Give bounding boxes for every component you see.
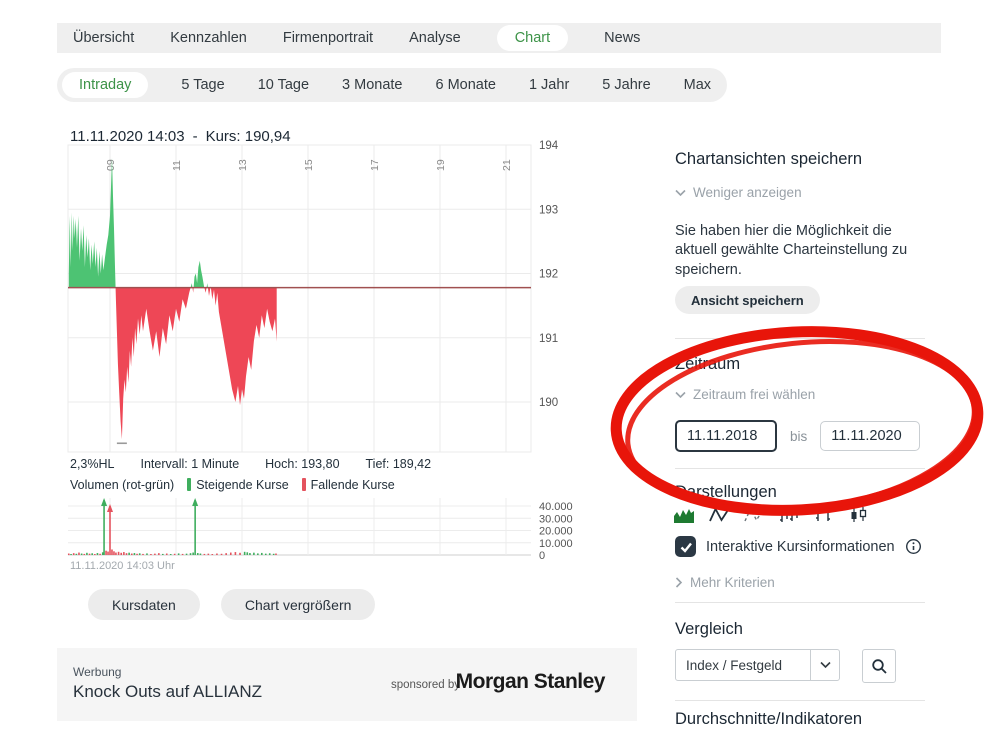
svg-text:20.000: 20.000 <box>539 526 573 538</box>
period-tab-10-tage[interactable]: 10 Tage <box>258 77 309 93</box>
area-chart-icon[interactable] <box>673 505 695 525</box>
date-from-input[interactable] <box>675 420 777 452</box>
chevron-down-icon <box>820 661 831 669</box>
ad-label: Werbung <box>73 665 121 679</box>
divider <box>675 602 925 603</box>
period-tab-max[interactable]: Max <box>684 77 711 93</box>
vergleich-controls: Index / Festgeld <box>675 649 896 683</box>
more-criteria-link[interactable]: Mehr Kriterien <box>675 575 775 590</box>
vergleich-select[interactable]: Index / Festgeld <box>675 649 840 681</box>
period-tab-5-tage[interactable]: 5 Tage <box>181 77 224 93</box>
interactive-info-checkbox[interactable] <box>675 536 696 557</box>
period-tab-5-jahre[interactable]: 5 Jahre <box>602 77 650 93</box>
chart-enlarge-button[interactable]: Chart vergrößern <box>221 589 376 620</box>
volume-legend-title: Volumen (rot-grün) <box>70 478 174 492</box>
vergleich-select-value: Index / Festgeld <box>676 658 810 673</box>
period-tab-6-monate[interactable]: 6 Monate <box>436 77 496 93</box>
interactive-info-row: Interaktive Kursinformationen <box>675 536 922 557</box>
dashed-line-chart-icon[interactable] <box>743 505 765 525</box>
stat-interval: Intervall: 1 Minute <box>140 457 239 471</box>
svg-text:191: 191 <box>539 333 558 345</box>
period-tab-intraday[interactable]: Intraday <box>62 72 148 98</box>
chart-type-icons <box>673 505 870 525</box>
down-volume-swatch <box>302 478 306 491</box>
vergleich-title: Vergleich <box>675 620 925 639</box>
morgan-stanley-logo: Morgan Stanley <box>456 670 605 694</box>
bar-chart-icon[interactable] <box>778 505 800 525</box>
volume-legend-up: Steigende Kurse <box>196 478 288 492</box>
divider <box>675 468 925 469</box>
save-views-description: Sie haben hier die Möglichkeit die aktue… <box>675 222 927 280</box>
svg-text:11: 11 <box>171 160 183 171</box>
volume-chart: 40.00030.00020.00010.0000 <box>60 492 580 564</box>
svg-text:40.000: 40.000 <box>539 501 573 513</box>
svg-text:0: 0 <box>539 550 545 562</box>
price-chart[interactable]: 194 193 192 191 190 09 11 13 15 17 19 21 <box>60 138 580 458</box>
zeitraum-title: Zeitraum <box>675 355 925 374</box>
info-icon[interactable] <box>905 538 922 555</box>
kursdaten-button[interactable]: Kursdaten <box>88 589 200 620</box>
check-icon <box>678 539 694 555</box>
svg-text:19: 19 <box>435 159 447 171</box>
search-icon <box>871 658 888 675</box>
line-chart-icon[interactable] <box>708 505 730 525</box>
nav-tab-übersicht[interactable]: Übersicht <box>73 30 134 46</box>
volume-legend: Volumen (rot-grün) Steigende Kurse Falle… <box>70 478 395 492</box>
interactive-info-label: Interaktive Kursinformationen <box>706 539 895 555</box>
svg-text:194: 194 <box>539 140 559 152</box>
svg-text:09: 09 <box>105 159 117 171</box>
nav-tab-firmenportrait[interactable]: Firmenportrait <box>283 30 373 46</box>
chevron-down-icon <box>675 391 686 399</box>
svg-text:13: 13 <box>237 159 249 171</box>
select-chevron <box>810 650 839 680</box>
chart-timestamp: 11.11.2020 14:03 Uhr <box>70 560 175 572</box>
nav-tab-news[interactable]: News <box>604 30 640 46</box>
nav-tab-chart[interactable]: Chart <box>497 25 568 51</box>
svg-text:17: 17 <box>369 159 381 171</box>
chart-buttons: Kursdaten Chart vergrößern <box>88 589 375 620</box>
svg-text:15: 15 <box>303 159 315 171</box>
ad-title: Knock Outs auf ALLIANZ <box>73 682 262 702</box>
nav-tab-analyse[interactable]: Analyse <box>409 30 461 46</box>
candlestick-chart-icon[interactable] <box>848 505 870 525</box>
svg-text:10.000: 10.000 <box>539 538 573 550</box>
period-tab-3-monate[interactable]: 3 Monate <box>342 77 402 93</box>
period-tab-bar: Intraday 5 Tage 10 Tage 3 Monate 6 Monate 1 J… <box>57 68 727 102</box>
stat-high: Hoch: 193,80 <box>265 457 339 471</box>
chevron-right-icon <box>675 577 683 588</box>
svg-text:192: 192 <box>539 269 558 281</box>
free-period-link[interactable]: Zeitraum frei wählen <box>675 387 815 402</box>
svg-text:30.000: 30.000 <box>539 513 573 525</box>
up-volume-swatch <box>187 478 191 491</box>
stat-low: Tief: 189,42 <box>366 457 432 471</box>
volume-legend-down: Fallende Kurse <box>311 478 395 492</box>
ad-banner[interactable]: Werbung Knock Outs auf ALLIANZ sponsored… <box>57 648 637 721</box>
vergleich-search-button[interactable] <box>862 649 896 683</box>
collapse-link[interactable]: Weniger anzeigen <box>675 185 802 200</box>
period-tab-1-jahr[interactable]: 1 Jahr <box>529 77 569 93</box>
divider <box>675 700 925 701</box>
indicators-title: Durchschnitte/Indikatoren <box>675 710 925 729</box>
save-view-button[interactable]: Ansicht speichern <box>675 286 820 314</box>
svg-text:193: 193 <box>539 204 558 216</box>
nav-tab-kennzahlen[interactable]: Kennzahlen <box>170 30 247 46</box>
ohlc-chart-icon[interactable] <box>813 505 835 525</box>
svg-text:190: 190 <box>539 397 558 409</box>
chevron-down-icon <box>675 189 686 197</box>
chart-stats: 2,3%HL Intervall: 1 Minute Hoch: 193,80 … <box>70 457 431 471</box>
date-to-input[interactable] <box>820 421 920 451</box>
main-tab-bar: Übersicht Kennzahlen Firmenportrait Analyse… <box>57 23 941 53</box>
svg-text:21: 21 <box>501 159 513 171</box>
bis-label: bis <box>790 429 807 444</box>
divider <box>675 338 925 339</box>
ad-sponsored-by: sponsored by <box>391 679 460 691</box>
darstellungen-title: Darstellungen <box>675 483 925 502</box>
save-views-title: Chartansichten speichern <box>675 150 925 169</box>
date-range-row: bis <box>675 420 920 452</box>
stat-range: 2,3%HL <box>70 457 114 471</box>
